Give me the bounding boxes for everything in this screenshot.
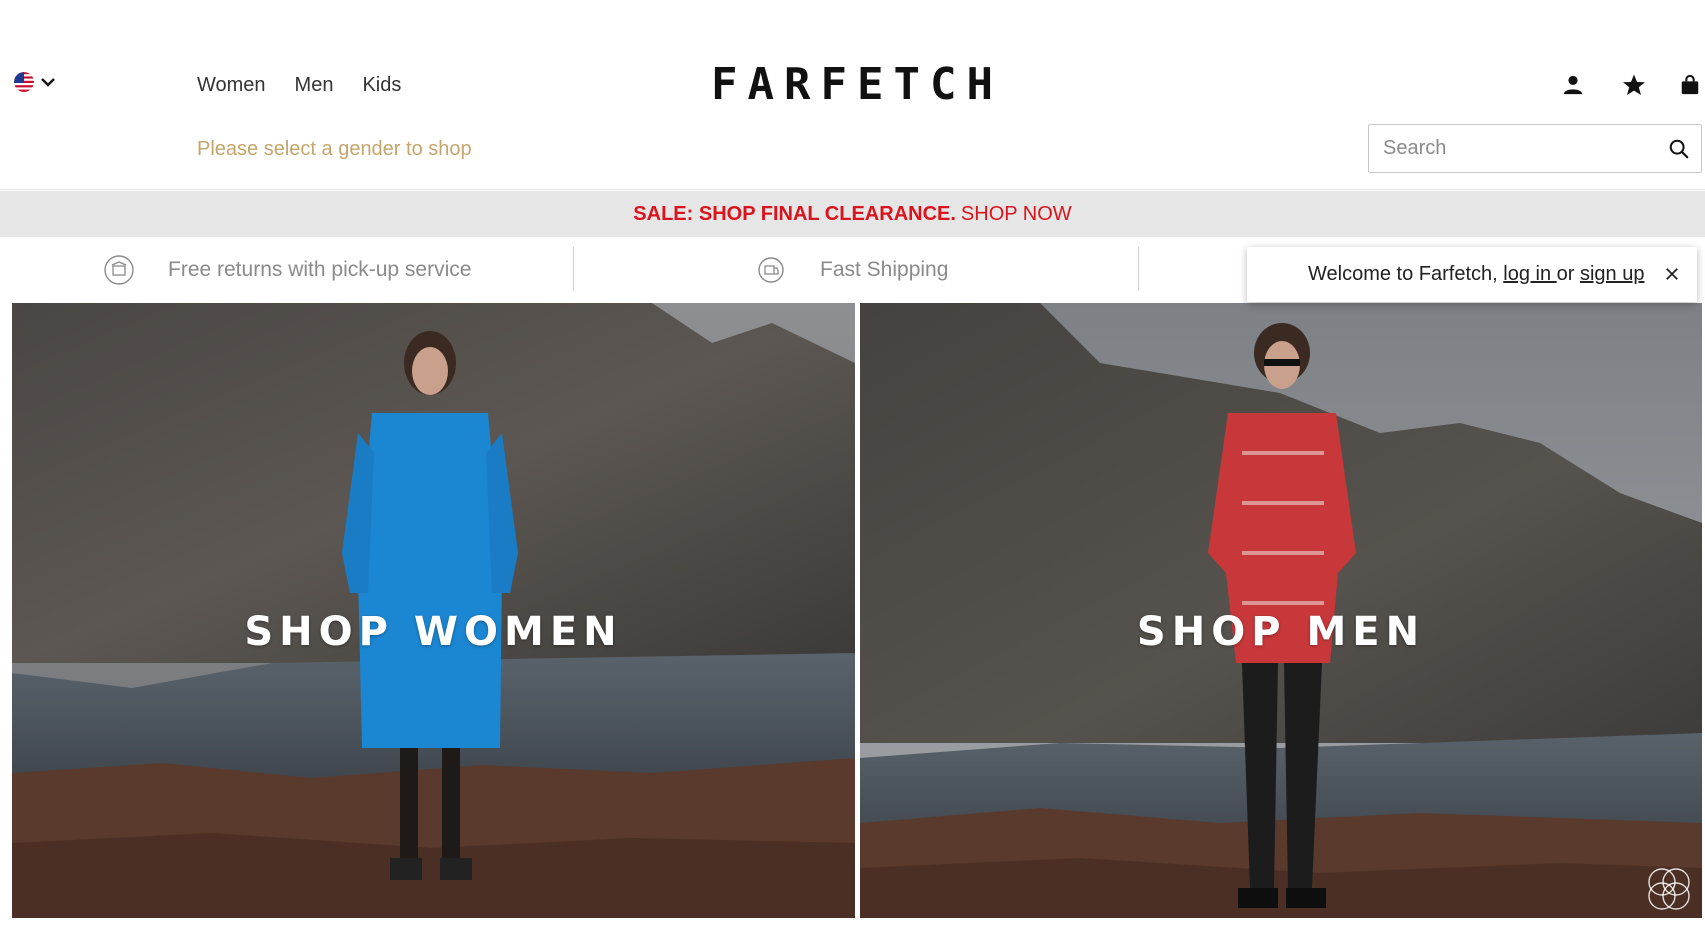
shipping-icon xyxy=(758,257,784,283)
gender-nav: Women Men Kids xyxy=(197,72,401,98)
wishlist-star-icon[interactable] xyxy=(1619,70,1649,100)
usp-returns[interactable]: Free returns with pick-up service xyxy=(103,237,471,303)
promo-sale-text: SALE: SHOP FINAL CLEARANCE. xyxy=(633,202,956,225)
returns-icon xyxy=(104,255,134,285)
welcome-or: or xyxy=(1556,263,1580,285)
nav-link-kids[interactable]: Kids xyxy=(362,72,401,98)
usp-divider xyxy=(1138,247,1139,291)
header-actions xyxy=(1505,70,1705,100)
search-input[interactable] xyxy=(1383,133,1653,164)
account-icon[interactable] xyxy=(1558,70,1588,100)
us-flag-icon xyxy=(14,72,34,92)
search-icon[interactable] xyxy=(1665,135,1693,163)
usp-shipping[interactable]: Fast Shipping xyxy=(755,237,948,303)
close-icon[interactable] xyxy=(1661,263,1683,285)
shop-women-label: SHOP WOMEN xyxy=(244,609,623,655)
nav-link-women[interactable]: Women xyxy=(197,72,266,98)
promo-shop-now-link[interactable]: SHOP NOW xyxy=(961,203,1072,226)
chevron-down-icon xyxy=(41,78,55,87)
locale-selector[interactable] xyxy=(14,72,56,92)
shop-women-tile[interactable]: SHOP WOMEN xyxy=(12,303,855,918)
usp-shipping-text: Fast Shipping xyxy=(820,258,949,281)
usp-returns-text: Free returns with pick-up service xyxy=(168,258,472,281)
gender-hint: Please select a gender to shop xyxy=(197,138,472,160)
shop-men-label: SHOP MEN xyxy=(1136,609,1426,655)
decorative-knot-icon xyxy=(1648,868,1690,910)
shop-men-tile[interactable]: SHOP MEN xyxy=(860,303,1702,918)
login-link[interactable]: log in xyxy=(1503,263,1556,285)
usp-divider xyxy=(573,247,574,291)
promo-banner[interactable]: SALE: SHOP FINAL CLEARANCE. SHOP NOW xyxy=(0,191,1705,237)
farfetch-logo[interactable]: FARFETCH xyxy=(711,63,993,107)
shopping-bag-icon[interactable] xyxy=(1675,70,1705,100)
welcome-toast: Welcome to Farfetch, log in or sign up xyxy=(1247,247,1697,302)
search-box xyxy=(1368,124,1702,173)
nav-link-men[interactable]: Men xyxy=(295,72,334,98)
welcome-message: Welcome to Farfetch, log in or sign up xyxy=(1308,263,1644,286)
site-header: Women Men Kids Please select a gender to… xyxy=(0,0,1705,190)
welcome-prefix: Welcome to Farfetch, xyxy=(1308,263,1504,285)
signup-link[interactable]: sign up xyxy=(1580,263,1645,285)
